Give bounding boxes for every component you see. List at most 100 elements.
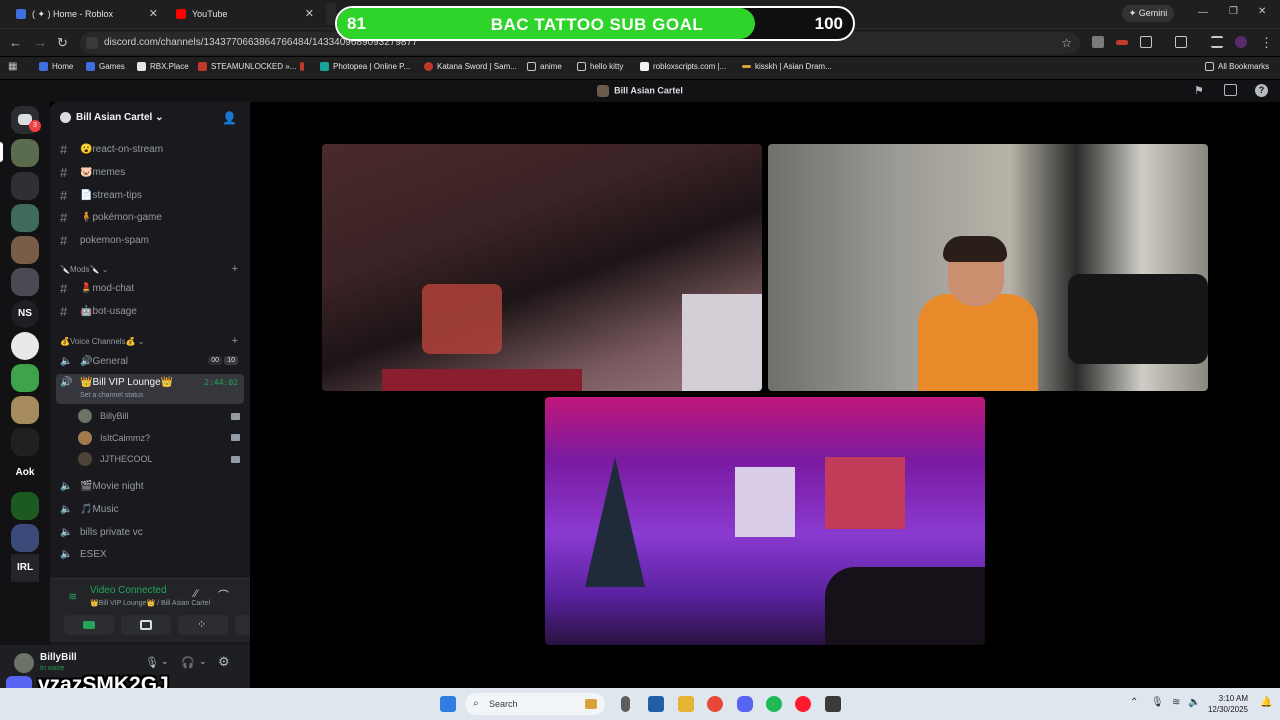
server-icon[interactable]	[11, 172, 39, 200]
spotify-icon[interactable]	[766, 696, 782, 712]
voice-channel-bills-private[interactable]: 🔈 bills private vc	[56, 522, 244, 542]
server-icon[interactable]	[11, 268, 39, 296]
connection-location[interactable]: 👑Bill VIP Lounge👑 / Bill Asian Cartel	[90, 599, 210, 607]
channel-status-input[interactable]: Set a channel status	[80, 392, 143, 399]
server-icon[interactable]	[11, 236, 39, 264]
extension-icon[interactable]	[1092, 36, 1104, 48]
category-mods[interactable]: 🔪Mods🔪 ⌄	[60, 265, 108, 274]
chevron-down-icon[interactable]: ⌄	[161, 656, 169, 667]
discord-app-icon[interactable]	[737, 696, 753, 712]
chevron-down-icon[interactable]: ⌄	[199, 656, 207, 667]
channel-bot-usage[interactable]: # 🤖bot-usage	[56, 301, 244, 321]
taskbar-search[interactable]: ⌕ Search	[465, 693, 605, 715]
media-icon[interactable]	[1211, 36, 1223, 48]
voice-channel-vip-lounge[interactable]: 🔊 👑Bill VIP Lounge👑 2:44:02 Set a channe…	[56, 374, 244, 404]
settings-gear-icon[interactable]: ⚙	[218, 654, 230, 670]
voice-channel-music[interactable]: 🔈 🎵Music	[56, 499, 244, 519]
bookmark-item[interactable]: Home	[39, 62, 73, 71]
voice-channel-general[interactable]: 🔈 🔊General 00 10	[56, 351, 244, 371]
voice-member[interactable]: JJTHECOOL	[78, 450, 153, 468]
channel-mod-chat[interactable]: # 💄mod-chat	[56, 278, 244, 298]
bookmark-item[interactable]: kisskh | Asian Dram...	[742, 62, 832, 71]
microphone-icon[interactable]: 🎙	[145, 656, 159, 669]
chrome-icon[interactable]	[707, 696, 723, 712]
bookmark-item[interactable]: robloxscripts.com |...	[640, 62, 726, 71]
wifi-icon[interactable]: ≋	[1172, 697, 1180, 708]
channel-memes[interactable]: # 🐷memes	[56, 162, 244, 182]
activities-button[interactable]: ⁘	[178, 615, 228, 635]
tab-roblox[interactable]: ( ✦ ) Home - Roblox ✕	[6, 3, 164, 25]
channel-pokemon-game[interactable]: # 🧍pokémon-game	[56, 207, 244, 227]
microphone-tray-icon[interactable]: 🎙	[1151, 697, 1164, 708]
server-icon[interactable]	[11, 364, 39, 392]
video-tile-room-lights[interactable]	[545, 397, 985, 645]
server-icon-aok[interactable]: Aok	[11, 459, 39, 487]
server-icon[interactable]	[11, 428, 39, 456]
server-icon[interactable]	[11, 396, 39, 424]
channel-stream-tips[interactable]: # 📄stream-tips	[56, 185, 244, 205]
extensions-puzzle-icon[interactable]	[1140, 36, 1152, 48]
bookmark-folder[interactable]: hello kitty	[577, 62, 623, 71]
camera-button[interactable]	[64, 615, 114, 635]
server-icon[interactable]	[11, 492, 39, 520]
add-channel-icon[interactable]: +	[232, 263, 238, 275]
opera-icon[interactable]	[795, 696, 811, 712]
voice-channel-movie-night[interactable]: 🔈 🎬Movie night	[56, 476, 244, 496]
channel-pokemon-spam[interactable]: # pokemon-spam	[56, 230, 244, 250]
video-tile-webcam-person[interactable]	[768, 144, 1208, 391]
add-channel-icon[interactable]: +	[232, 335, 238, 347]
notification-bell-icon[interactable]: 🔔	[1260, 697, 1272, 708]
inbox-icon[interactable]	[1224, 84, 1237, 96]
channel-react-on-stream[interactable]: # 😮react-on-stream	[56, 139, 244, 159]
disconnect-icon[interactable]: ⌒	[218, 587, 229, 603]
voice-member[interactable]: IsItCalmmz?	[78, 429, 150, 447]
bookmark-item[interactable]: Games	[86, 62, 125, 71]
headphones-icon[interactable]: 🎧	[181, 656, 195, 669]
avatar[interactable]	[14, 653, 34, 673]
restore-icon[interactable]: ❐	[1229, 6, 1238, 17]
minimize-icon[interactable]: —	[1198, 7, 1208, 18]
screen-share-button[interactable]	[121, 615, 171, 635]
volume-icon[interactable]: 🔈	[1188, 697, 1200, 708]
server-icon-bill-asian-cartel[interactable]	[11, 139, 39, 167]
help-icon[interactable]: ?	[1255, 84, 1268, 97]
server-icon-ns[interactable]: NS	[11, 300, 39, 328]
chevron-up-icon[interactable]: ⌃	[1130, 697, 1138, 708]
invite-people-icon[interactable]: 👤	[222, 111, 237, 125]
signal-icon[interactable]: ≋	[68, 590, 77, 603]
server-icon[interactable]	[11, 204, 39, 232]
bookmark-item[interactable]: Katana Sword | Sam...	[424, 62, 517, 71]
reload-icon[interactable]: ↻	[57, 35, 68, 51]
all-bookmarks[interactable]: All Bookmarks	[1205, 62, 1269, 71]
window-close-icon[interactable]: ✕	[1258, 6, 1266, 17]
tab-youtube[interactable]: YouTube ✕	[166, 3, 320, 25]
bookmark-item[interactable]: Photopea | Online P...	[320, 62, 410, 71]
profile-avatar[interactable]	[1235, 36, 1247, 48]
extension-icon[interactable]	[1116, 40, 1128, 45]
system-clock[interactable]: 3:10 AM 12/30/2025	[1208, 693, 1248, 715]
app-icon[interactable]	[825, 696, 841, 712]
menu-icon[interactable]: ⋮	[1260, 35, 1273, 51]
video-tile-camera-desk[interactable]	[322, 144, 762, 391]
photos-app-icon[interactable]	[648, 696, 664, 712]
bookmark-item[interactable]: STEAMUNLOCKED »...	[198, 62, 296, 71]
server-header[interactable]: Bill Asian Cartel ⌄ 👤	[60, 111, 240, 125]
voice-member[interactable]: BillyBill	[78, 407, 129, 425]
direct-messages-icon[interactable]: 3	[11, 106, 41, 134]
file-explorer-icon[interactable]	[678, 696, 694, 712]
back-icon[interactable]: ←	[9, 35, 22, 50]
bookmark-item[interactable]	[300, 62, 308, 71]
close-icon[interactable]: ✕	[149, 7, 158, 20]
server-icon[interactable]	[11, 524, 39, 552]
bookmark-item[interactable]: RBX.Place	[137, 62, 189, 71]
category-voice-channels[interactable]: 💰Voice Channels💰 ⌄	[60, 337, 144, 346]
voice-channel-esex[interactable]: 🔈 ESEX	[56, 544, 244, 564]
site-info-icon[interactable]	[86, 37, 98, 49]
flag-icon[interactable]: ⚑	[1194, 84, 1204, 97]
server-icon-irl[interactable]: IRL	[11, 554, 39, 582]
apps-grid-icon[interactable]: ▦	[8, 61, 17, 72]
mouse-app-icon[interactable]	[621, 696, 630, 712]
windows-start-icon[interactable]	[440, 696, 456, 712]
forward-icon[interactable]: →	[34, 35, 47, 50]
bookmark-folder[interactable]: anime	[527, 62, 562, 71]
